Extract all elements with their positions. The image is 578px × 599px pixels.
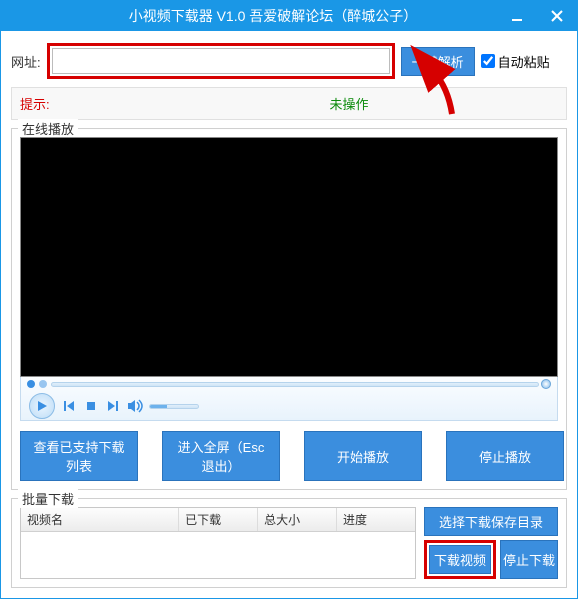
- status-bar: 提示: 未操作: [11, 87, 567, 120]
- url-input[interactable]: [52, 48, 390, 74]
- url-label: 网址:: [11, 52, 41, 71]
- col-progress: 进度: [337, 508, 415, 531]
- prev-button[interactable]: [61, 398, 77, 414]
- player-control-bar: [20, 377, 558, 421]
- seek-slider[interactable]: [51, 382, 539, 387]
- stop-icon: [86, 401, 96, 411]
- volume-button[interactable]: [127, 398, 143, 414]
- skip-forward-icon: [107, 400, 119, 412]
- auto-paste-text: 自动粘贴: [498, 52, 550, 71]
- choose-save-dir-button[interactable]: 选择下载保存目录: [424, 507, 558, 536]
- volume-fill: [150, 405, 167, 408]
- view-supported-list-button[interactable]: 查看已支持下载列表: [20, 431, 138, 481]
- auto-paste-label[interactable]: 自动粘贴: [481, 52, 550, 71]
- volume-icon: [127, 399, 143, 413]
- seek-start-icon-2: [39, 380, 47, 388]
- stop-download-button[interactable]: 停止下载: [500, 540, 558, 579]
- seek-thumb[interactable]: [541, 379, 551, 389]
- auto-paste-checkbox[interactable]: [481, 54, 495, 68]
- batch-download-group: 批量下载 视频名 已下载 总大小 进度 选择下载保存目录 下载视频 停止下载: [11, 498, 567, 588]
- annotation-download-highlight: 下载视频: [424, 540, 496, 579]
- col-name: 视频名: [21, 508, 179, 531]
- title-controls: [497, 1, 577, 31]
- start-play-button[interactable]: 开始播放: [304, 431, 422, 481]
- window-title: 小视频下载器 V1.0 吾爱破解论坛（醉城公子）: [9, 6, 577, 26]
- annotation-url-highlight: [47, 43, 395, 79]
- seek-start-icon: [27, 380, 35, 388]
- minimize-button[interactable]: [497, 1, 537, 31]
- parse-button[interactable]: 一键解析: [401, 47, 475, 76]
- online-play-group: 在线播放: [11, 128, 567, 490]
- fullscreen-button[interactable]: 进入全屏（Esc退出）: [162, 431, 280, 481]
- volume-slider[interactable]: [149, 404, 199, 409]
- stop-play-button[interactable]: 停止播放: [446, 431, 564, 481]
- video-canvas[interactable]: [20, 137, 558, 377]
- stop-button[interactable]: [83, 398, 99, 414]
- skip-back-icon: [63, 400, 75, 412]
- app-window: 小视频下载器 V1.0 吾爱破解论坛（醉城公子） 网址: 一键解析 自动粘贴 提…: [0, 0, 578, 599]
- col-downloaded: 已下载: [179, 508, 258, 531]
- next-button[interactable]: [105, 398, 121, 414]
- play-icon: [36, 400, 48, 412]
- table-body[interactable]: [21, 532, 415, 578]
- col-total-size: 总大小: [258, 508, 337, 531]
- table-header: 视频名 已下载 总大小 进度: [21, 508, 415, 532]
- tip-label: 提示:: [20, 94, 140, 113]
- status-text: 未操作: [140, 94, 558, 113]
- titlebar[interactable]: 小视频下载器 V1.0 吾爱破解论坛（醉城公子）: [1, 1, 577, 31]
- download-video-button[interactable]: 下载视频: [429, 545, 491, 574]
- online-play-title: 在线播放: [18, 119, 78, 138]
- close-icon: [551, 10, 563, 22]
- play-button[interactable]: [29, 393, 55, 419]
- minimize-icon: [511, 10, 523, 22]
- download-table[interactable]: 视频名 已下载 总大小 进度: [20, 507, 416, 579]
- batch-title: 批量下载: [18, 489, 78, 508]
- close-button[interactable]: [537, 1, 577, 31]
